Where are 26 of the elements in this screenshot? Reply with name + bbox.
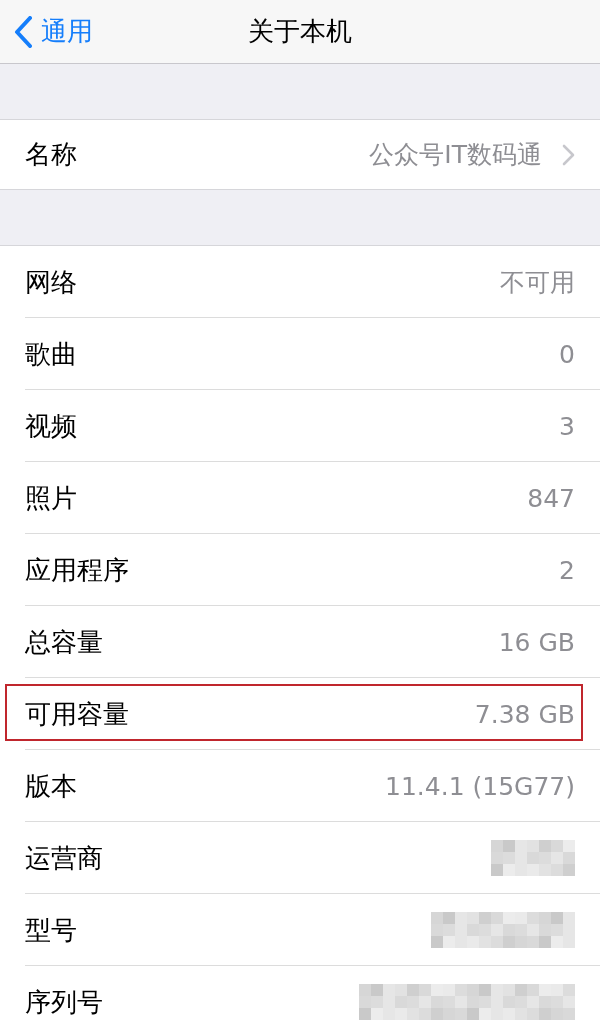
row-label: 版本: [25, 769, 77, 803]
back-chevron-icon: [14, 15, 32, 48]
row-label: 名称: [25, 138, 77, 171]
row-value: 847: [527, 483, 575, 513]
row-value: 2: [559, 555, 575, 585]
page-title: 关于本机: [248, 15, 352, 48]
row-value: 0: [559, 339, 575, 369]
row-value: 公众号IT数码通: [369, 139, 542, 171]
row-label: 照片: [25, 481, 77, 515]
row-label: 序列号: [25, 985, 103, 1019]
back-button[interactable]: 通用: [0, 14, 93, 49]
row-label: 应用程序: [25, 553, 129, 587]
row-label: 可用容量: [25, 697, 129, 731]
row-value: 不可用: [500, 266, 575, 299]
row-value: 3: [559, 411, 575, 441]
row-label: 网络: [25, 265, 77, 299]
row-label: 型号: [25, 913, 77, 947]
name-row[interactable]: 名称 公众号IT数码通: [0, 120, 600, 189]
chevron-icon: [562, 143, 575, 166]
row-label: 歌曲: [25, 337, 77, 371]
row-label: 视频: [25, 409, 77, 443]
row-label: 总容量: [25, 625, 103, 659]
row-value: 16 GB: [498, 627, 575, 657]
row-value: 7.38 GB: [474, 699, 575, 729]
row-value: 11.4.1 (15G77): [385, 771, 575, 801]
row-label: 运营商: [25, 841, 103, 875]
